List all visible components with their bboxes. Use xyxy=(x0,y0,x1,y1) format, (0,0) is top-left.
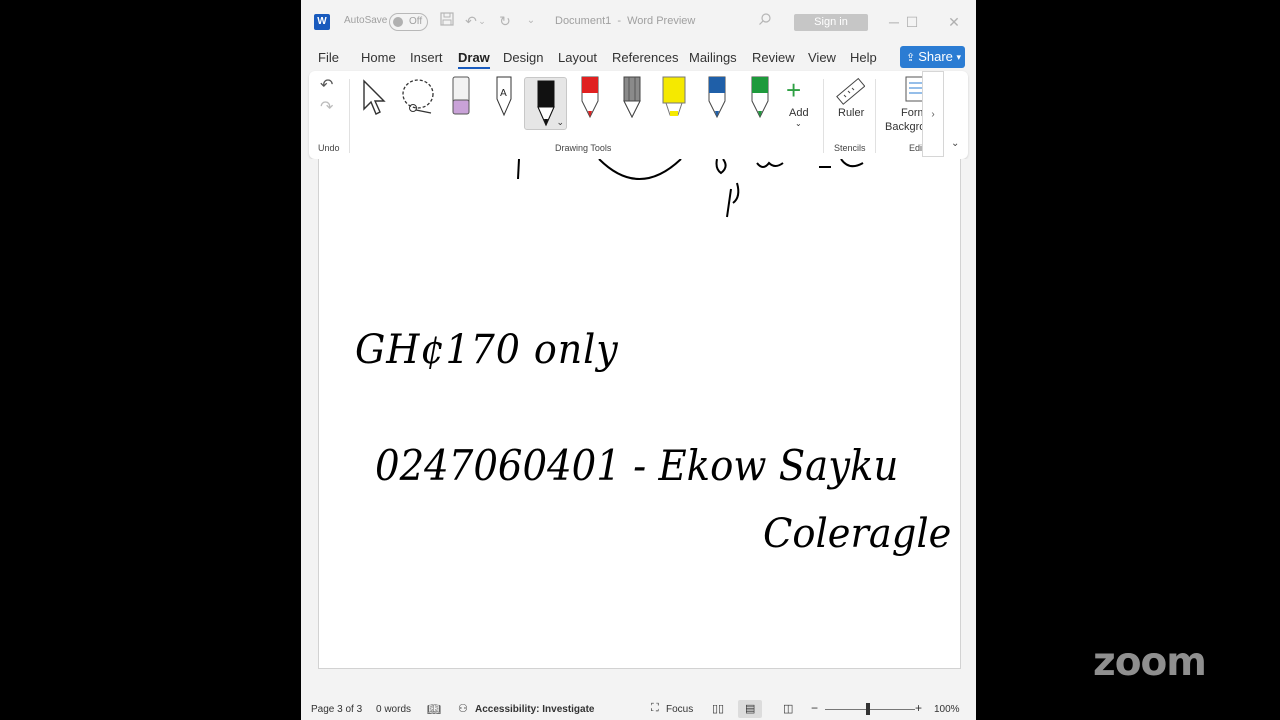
zoom-slider-thumb[interactable] xyxy=(866,703,870,715)
lasso-select-icon[interactable] xyxy=(401,77,441,122)
toggle-knob xyxy=(393,17,403,27)
proofing-book-icon[interactable]: 📖︎ xyxy=(427,703,441,716)
group-divider xyxy=(875,79,876,153)
search-icon[interactable] xyxy=(755,11,775,31)
tab-mailings[interactable]: Mailings xyxy=(689,50,737,65)
tab-help[interactable]: Help xyxy=(850,50,877,65)
group-label-undo: Undo xyxy=(318,143,340,153)
print-layout-icon: ▤ xyxy=(745,703,756,715)
tab-view[interactable]: View xyxy=(808,50,836,65)
title-separator: - xyxy=(617,15,621,27)
redo-icon[interactable]: ↻ xyxy=(495,11,515,31)
group-divider xyxy=(823,79,824,153)
handwriting-amount: GH¢170 only xyxy=(355,327,619,373)
document-page[interactable]: GH¢170 only 0247060401 - Ekow Sayku Cole… xyxy=(318,159,961,669)
share-label: Share xyxy=(918,49,953,64)
ruler-label[interactable]: Ruler xyxy=(838,107,864,119)
add-pen-plus-icon[interactable]: + xyxy=(786,77,801,103)
chevron-down-icon: ▾ xyxy=(956,52,961,62)
ink-strokes-partial xyxy=(517,159,864,218)
focus-icon: ⛶ xyxy=(651,702,659,714)
app-name: Word Preview xyxy=(627,15,696,27)
tab-design[interactable]: Design xyxy=(503,50,543,65)
highlighter-yellow-icon[interactable] xyxy=(661,75,687,124)
sign-in-button[interactable]: Sign in xyxy=(794,14,868,31)
maximize-icon[interactable]: ☐ xyxy=(901,11,923,33)
add-pen-chevron-icon[interactable]: ⌄ xyxy=(795,119,802,128)
svg-text:A: A xyxy=(500,88,507,99)
page-count[interactable]: Page 3 of 3 xyxy=(311,704,362,715)
zoom-in-icon[interactable]: + xyxy=(915,701,922,715)
status-bar: Page 3 of 3 0 words 📖︎ ⚇ Accessibility: … xyxy=(301,698,976,720)
accessibility-icon: ⚇ xyxy=(458,703,468,715)
ribbon-tabs: File Home Insert Draw Design Layout Refe… xyxy=(301,44,976,72)
title-bar: W AutoSave Off ↶ ⌄ ↻ ⌄ Document1 - Word … xyxy=(301,0,976,44)
zoom-slider[interactable] xyxy=(825,709,915,710)
group-label-drawing-tools: Drawing Tools xyxy=(555,143,612,153)
autosave-label: AutoSave xyxy=(344,15,388,26)
ribbon-scroll-right-icon[interactable]: › xyxy=(922,71,944,157)
handwriting-location: Coleragle xyxy=(763,511,952,557)
zoom-level[interactable]: 100% xyxy=(934,704,960,715)
save-icon[interactable] xyxy=(437,11,457,31)
tab-references[interactable]: References xyxy=(612,50,678,65)
word-logo-icon: W xyxy=(314,14,330,30)
undo-dropdown-icon[interactable]: ⌄ xyxy=(477,11,487,31)
ribbon-expand-chevron-icon[interactable]: ⌄ xyxy=(951,138,959,149)
tab-file[interactable]: File xyxy=(318,50,339,65)
add-pen-label[interactable]: Add xyxy=(789,107,809,119)
ribbon-undo-icon[interactable]: ↶ xyxy=(320,75,333,95)
autosave-state: Off xyxy=(409,16,423,27)
print-layout-button[interactable]: ▤ xyxy=(738,700,762,718)
format-background-label-line2[interactable]: Backgro xyxy=(885,121,925,133)
screen: W AutoSave Off ↶ ⌄ ↻ ⌄ Document1 - Word … xyxy=(0,0,1280,720)
pen-green-icon[interactable] xyxy=(749,75,771,124)
tab-review[interactable]: Review xyxy=(752,50,795,65)
pencil-gray-icon[interactable] xyxy=(621,75,643,124)
group-label-stencils: Stencils xyxy=(834,143,866,153)
read-mode-icon[interactable]: ▯▯ xyxy=(712,702,724,715)
share-button[interactable]: ⇪ Share ▾ xyxy=(900,46,965,68)
accessibility-status[interactable]: Accessibility: Investigate xyxy=(475,704,595,715)
select-objects-icon[interactable] xyxy=(361,79,387,122)
document-name: Document1 xyxy=(555,15,612,27)
group-label-editing: Edi xyxy=(909,143,923,153)
tab-home[interactable]: Home xyxy=(361,50,396,65)
zoom-out-icon[interactable]: − xyxy=(811,701,818,715)
word-window: W AutoSave Off ↶ ⌄ ↻ ⌄ Document1 - Word … xyxy=(301,0,976,720)
document-area[interactable]: GH¢170 only 0247060401 - Ekow Sayku Cole… xyxy=(301,159,976,698)
web-layout-icon[interactable]: ◫ xyxy=(783,702,793,715)
close-icon[interactable]: ✕ xyxy=(943,11,965,33)
tab-draw[interactable]: Draw xyxy=(458,50,490,69)
action-pen-icon[interactable]: A xyxy=(493,75,515,124)
tab-layout[interactable]: Layout xyxy=(558,50,597,65)
draw-ribbon: ↶ ↷ Undo A ⌄ + Add ⌄ Drawing Tools Ruler… xyxy=(309,71,968,159)
pen-options-chevron-icon[interactable]: ⌄ xyxy=(556,117,564,128)
ribbon-redo-icon[interactable]: ↷ xyxy=(320,97,333,117)
eraser-icon[interactable] xyxy=(451,75,471,122)
pen-black-selected[interactable]: ⌄ xyxy=(524,77,567,130)
customize-qat-icon[interactable]: ⌄ xyxy=(521,11,541,31)
document-title: Document1 - Word Preview xyxy=(555,15,695,27)
word-count[interactable]: 0 words xyxy=(376,704,411,715)
zoom-logo: zoom xyxy=(1093,640,1207,685)
group-divider xyxy=(349,79,350,153)
tab-insert[interactable]: Insert xyxy=(410,50,443,65)
focus-button[interactable]: Focus xyxy=(666,704,693,715)
handwriting-phone-name: 0247060401 - Ekow Sayku xyxy=(375,441,899,490)
share-icon: ⇪ xyxy=(906,52,916,64)
pen-blue-icon[interactable] xyxy=(706,75,728,124)
pen-red-icon[interactable] xyxy=(579,75,601,124)
autosave-toggle[interactable]: Off xyxy=(389,13,428,31)
